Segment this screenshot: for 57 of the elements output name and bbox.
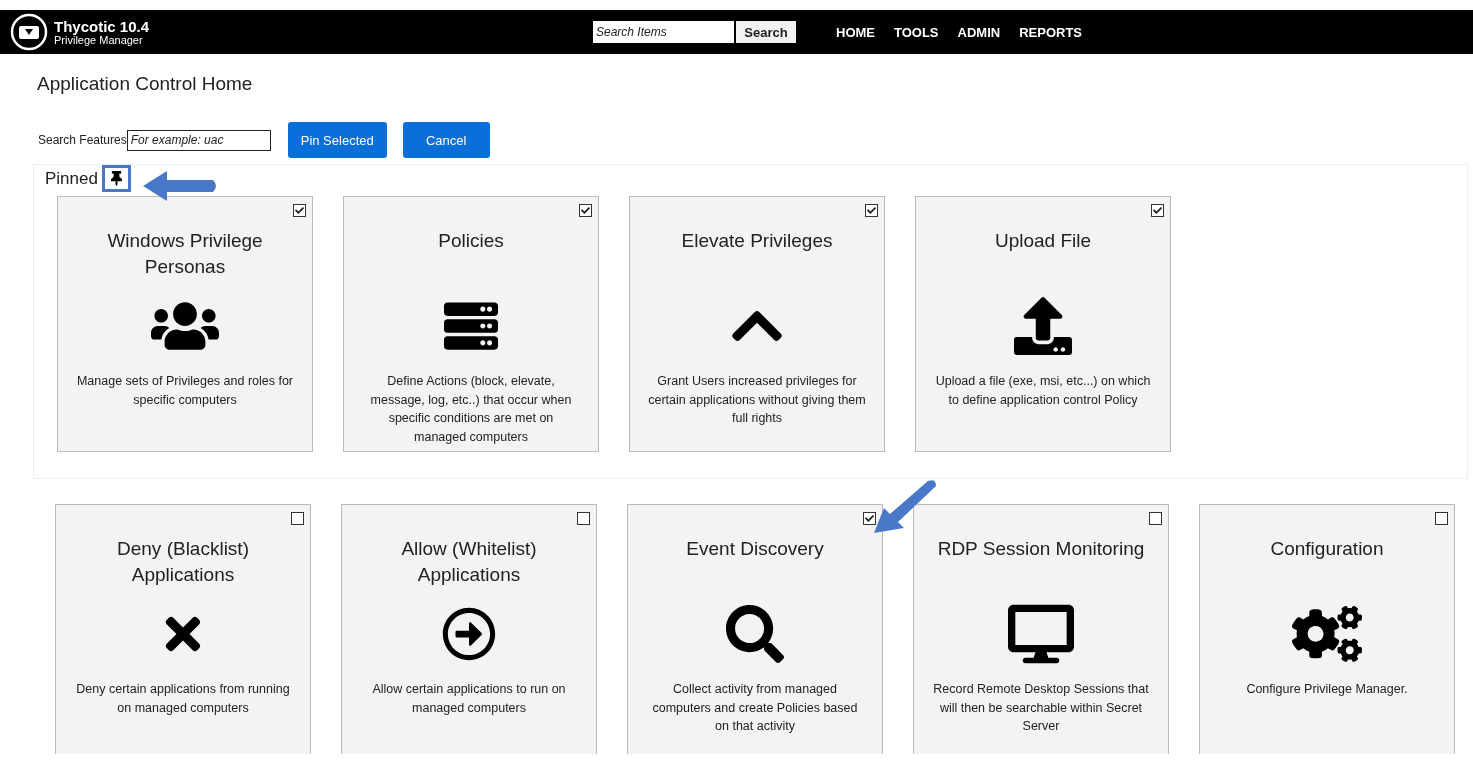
logo-icon	[10, 13, 48, 51]
nav-link[interactable]: TOOLS	[894, 24, 939, 40]
card-description: Upload a file (exe, msi, etc...) on which to define application control Policy	[934, 373, 1152, 409]
card-description: Manage sets of Privileges and roles for specific computers	[76, 373, 294, 409]
feature-card[interactable]: Deny (Blacklist) Applications Deny certain applications from running on managed computers	[55, 504, 311, 754]
feature-card[interactable]: Upload File Upload a file (exe, msi, etc...) on which to define application control Policy	[915, 196, 1171, 452]
upload-icon	[1014, 297, 1072, 355]
feature-card[interactable]: Windows Privilege Personas Manage sets of Privileges and roles for specific computers	[57, 196, 313, 452]
checkbox[interactable]	[1149, 512, 1162, 525]
card-title: Windows Privilege Personas	[106, 229, 264, 279]
search-field[interactable]: Search Items	[593, 21, 734, 43]
card-title: Configuration	[1270, 537, 1384, 561]
cancel-button[interactable]: Cancel	[402, 122, 490, 158]
checkbox[interactable]	[1151, 204, 1164, 217]
card-description: Record Remote Desktop Sessions that will then be searchable within Secret Server	[932, 681, 1150, 735]
card-description: Allow certain applications to run on managed computers	[371, 681, 567, 717]
nav-link[interactable]: REPORTS	[1019, 24, 1082, 40]
card-title: Elevate Privileges	[681, 229, 833, 253]
nav-link[interactable]: ADMIN	[957, 24, 1001, 40]
pin-selected-button[interactable]: Pin Selected	[287, 122, 387, 158]
nav-link[interactable]: HOME	[836, 24, 875, 40]
checkbox[interactable]	[577, 512, 590, 525]
checkbox[interactable]	[579, 204, 592, 217]
page-title: Application Control Home	[37, 73, 254, 95]
feature-card[interactable]: Configuration Configure Privilege Manager.	[1199, 504, 1455, 754]
section-label: Pinned	[45, 168, 98, 189]
checkbox[interactable]	[865, 204, 878, 217]
pointer-arrow	[874, 478, 938, 533]
pin-icon	[108, 171, 124, 186]
card-title: Upload File	[994, 229, 1092, 253]
search-button[interactable]: Search	[736, 21, 796, 43]
product-name: Thycotic 10.4	[54, 18, 150, 34]
card-description: Configure Privilege Manager.	[1246, 681, 1408, 698]
card-title: RDP Session Monitoring	[937, 537, 1145, 561]
feature-card[interactable]: Elevate Privileges Grant Users increased privileges for certain applications without giving them full rights	[629, 196, 885, 452]
search-features-field[interactable]: For example: uac	[126, 129, 271, 151]
checkbox[interactable]	[291, 512, 304, 525]
card-title: Allow (Whitelist) Applications	[400, 537, 538, 587]
card-title: Deny (Blacklist) Applications	[116, 537, 250, 587]
field-label: Search Features	[38, 133, 127, 147]
card-description: Deny certain applications from running on managed computers	[75, 681, 291, 717]
checkbox[interactable]	[863, 512, 876, 525]
feature-card[interactable]: Policies Define Actions (block, elevate, message, log, etc..) that occur when specific conditions are met on managed computers	[343, 196, 599, 452]
arrow-circle-right-icon	[442, 607, 496, 661]
card-description: Grant Users increased privileges for certain applications without giving them full rights	[648, 373, 866, 427]
card-description: Collect activity from managed computers and create Policies based on that activity	[651, 681, 859, 735]
search-icon	[726, 605, 784, 663]
feature-card[interactable]: RDP Session Monitoring Record Remote Desktop Sessions that will then be searchable within Secret Server	[913, 504, 1169, 754]
feature-card[interactable]: Event Discovery Collect activity from managed computers and create Policies based on that activity	[627, 504, 883, 754]
card-title: Policies	[438, 229, 504, 253]
card-title: Event Discovery	[686, 537, 824, 561]
checkbox[interactable]	[293, 204, 306, 217]
server-stack-icon	[444, 299, 498, 353]
feature-card[interactable]: Allow (Whitelist) Applications Allow certain applications to run on managed computers	[341, 504, 597, 754]
card-description: Define Actions (block, elevate, message, log, etc..) that occur when specific conditions are met on managed computers	[369, 373, 573, 446]
product-subtitle: Privilege Manager	[54, 34, 144, 46]
checkbox[interactable]	[1435, 512, 1448, 525]
